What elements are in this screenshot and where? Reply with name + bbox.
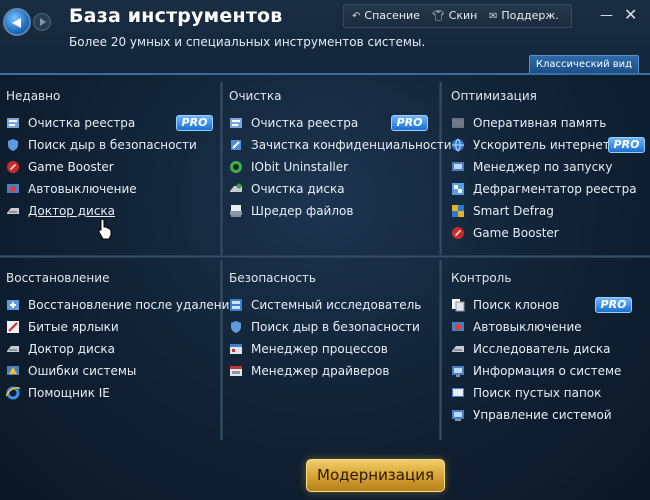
tool-file-shredder[interactable]: Шредер файлов [229,202,353,220]
undo-icon: ↶ [352,11,361,22]
pro-badge: PRO [608,137,645,153]
tool-registry-defrag[interactable]: Дефрагментатор реестра [451,180,637,198]
section-title-security: Безопасность [229,271,316,285]
tool-driver-manager[interactable]: Менеджер драйверов [229,362,389,380]
classic-view-tab[interactable]: Классический вид [529,55,639,73]
divider [0,255,650,258]
page-title: База инструментов [69,5,283,27]
tool-startup-manager[interactable]: Менеджер по запуску [451,158,613,176]
section-title-recovery: Восстановление [6,271,110,285]
divider [439,82,442,257]
tool-registry-cleaner[interactable]: Очистка реестра [229,114,358,132]
top-links-bar: ↶ Спасение 👕︎ Скин ✉ Поддерж. [343,4,572,28]
divider [220,82,223,257]
shield-icon [6,138,20,152]
registry-defrag-icon [451,182,465,196]
app-window: База инструментов Более 20 умных и специ… [0,0,650,500]
driver-manager-icon [229,364,243,378]
broom-icon [229,138,243,152]
pro-badge: PRO [595,297,632,313]
pro-badge: PRO [176,115,213,131]
smart-defrag-icon [451,204,465,218]
shirt-icon: 👕︎ [432,11,445,22]
mail-icon: ✉ [489,11,498,22]
tool-auto-shutdown[interactable]: Автовыключение [451,318,582,336]
system-info-icon [451,364,465,378]
section-title-cleanup: Очистка [229,89,282,103]
pro-badge: PRO [391,115,428,131]
shutdown-icon [6,182,20,196]
broken-shortcut-icon [6,320,20,334]
process-manager-icon [229,342,243,356]
tool-smart-defrag[interactable]: Smart Defrag [451,202,554,220]
tool-disk-explorer[interactable]: Исследователь диска [451,340,611,358]
rocket-icon [451,226,465,240]
tool-security-holes[interactable]: Поиск дыр в безопасности [229,318,420,336]
hand-cursor-icon [97,218,113,244]
disk-doctor-icon [6,342,20,356]
tool-game-booster[interactable]: Game Booster [6,158,114,176]
system-control-icon [451,408,465,422]
rescue-link[interactable]: ↶ Спасение [352,9,420,22]
clone-finder-icon [451,298,465,312]
tool-auto-shutdown[interactable]: Автовыключение [6,180,137,198]
tool-internet-booster[interactable]: Ускоритель интернета [451,136,617,154]
tool-registry-cleaner[interactable]: Очистка реестра [6,114,135,132]
back-button[interactable] [3,8,31,36]
empty-folder-icon [451,386,465,400]
system-explorer-icon [229,298,243,312]
upgrade-button[interactable]: Модернизация [306,459,445,492]
tool-broken-shortcuts[interactable]: Битые ярлыки [6,318,119,336]
tool-disk-cleanup[interactable]: Очистка диска [229,180,345,198]
tool-undelete[interactable]: Восстановление после удаления [6,296,237,314]
tool-game-booster[interactable]: Game Booster [451,224,559,242]
shredder-icon [229,204,243,218]
tool-system-control[interactable]: Управление системой [451,406,612,424]
disk-explorer-icon [451,342,465,356]
tool-clone-finder[interactable]: Поиск клонов [451,296,559,314]
tool-empty-folder-finder[interactable]: Поиск пустых папок [451,384,601,402]
section-title-control: Контроль [451,271,512,285]
minimize-icon[interactable]: — [600,8,613,23]
tool-system-explorer[interactable]: Системный исследователь [229,296,421,314]
close-icon[interactable]: ✕ [624,5,637,24]
undelete-icon [6,298,20,312]
tool-process-manager[interactable]: Менеджер процессов [229,340,388,358]
disk-doctor-icon [6,204,20,218]
header-divider [0,73,650,75]
divider [220,260,223,440]
startup-icon [451,160,465,174]
rocket-icon [6,160,20,174]
divider [439,260,442,440]
ie-icon [6,386,20,400]
skin-link[interactable]: 👕︎ Скин [432,9,477,22]
page-subtitle: Более 20 умных и специальных инструменто… [69,35,426,49]
shield-icon [229,320,243,334]
system-errors-icon [6,364,20,378]
tool-memory[interactable]: Оперативная память [451,114,606,132]
section-title-optimization: Оптимизация [451,89,537,103]
globe-icon [451,138,465,152]
tool-iobit-uninstaller[interactable]: IObit Uninstaller [229,158,348,176]
tool-ie-helper[interactable]: Помощник IE [6,384,110,402]
disk-cleanup-icon [229,182,243,196]
section-title-recent: Недавно [6,89,61,103]
forward-button[interactable] [33,13,51,31]
tool-privacy-sweep[interactable]: Зачистка конфиденциальности [229,136,452,154]
memory-icon [451,116,465,130]
registry-cleaner-icon [6,116,20,130]
tool-security-holes[interactable]: Поиск дыр в безопасности [6,136,197,154]
tool-system-info[interactable]: Информация о системе [451,362,621,380]
tool-system-errors[interactable]: Ошибки системы [6,362,136,380]
header: База инструментов Более 20 умных и специ… [0,0,650,73]
support-link[interactable]: ✉ Поддерж. [489,9,559,22]
uninstaller-icon [229,160,243,174]
registry-cleaner-icon [229,116,243,130]
tool-disk-doctor[interactable]: Доктор диска [6,340,115,358]
shutdown-icon [451,320,465,334]
